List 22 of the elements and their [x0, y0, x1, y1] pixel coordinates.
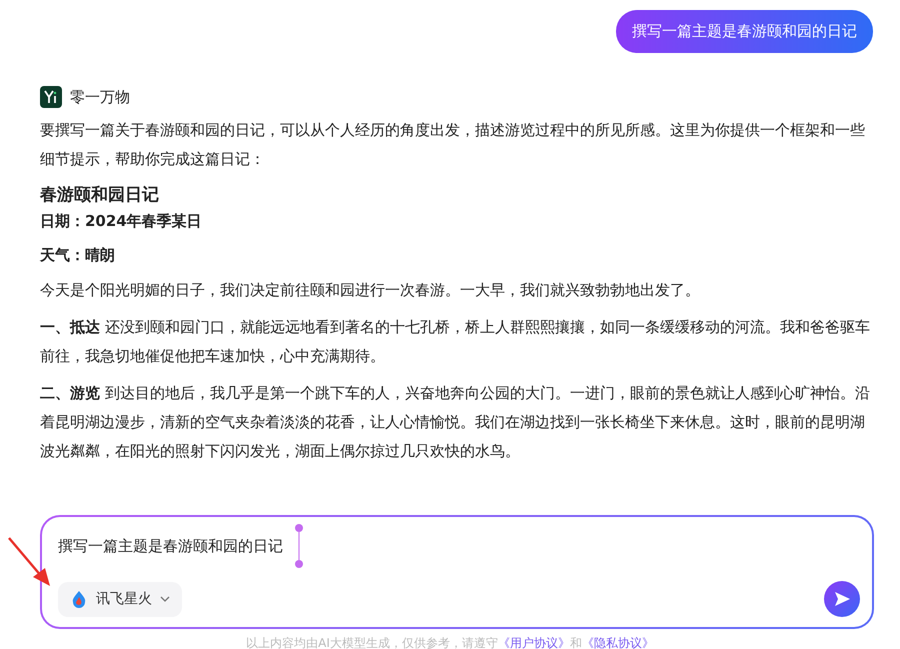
- assistant-name: 零一万物: [70, 86, 130, 108]
- agreement-link[interactable]: 《用户协议》: [498, 636, 570, 649]
- diary-paragraph: 一、抵达 还没到颐和园门口，就能远远地看到著名的十七孔桥，桥上人群熙熙攘攘，如同一条缓缓移动的河流。我和爸爸驱车前往，我急切地催促他把车速加快，心中充满期待。: [40, 317, 871, 367]
- diary-meta: 日期：2024年春季某日: [40, 211, 203, 232]
- input-field[interactable]: 撰写一篇主题是春游颐和园的日记: [58, 535, 298, 558]
- diary-paragraph: 今天是个阳光明媚的日子，我们决定前往颐和园进行一次春游。一大早，我们就兴致勃勃地出发了。: [40, 280, 701, 301]
- caret-icon: [160, 596, 170, 602]
- annotation-arrow: [6, 535, 52, 587]
- send-icon: [833, 590, 851, 608]
- diary-paragraph: 二、游览 到达目的地后，我几乎是第一个跳下车的人，兴奋地奔向公园的大门。一进门，眼前的景色就让人感到心旷神怡。沿着昆明湖边漫步，清新的空气夹杂着淡淡的花香，让人心情愉悦。我们在湖边找到一张长椅坐下来休息。这时，眼前的昆明湖波光粼粼，在阳光的照射下闪闪发光，湖面上偶尔掠过几只欢快的水鸟。: [40, 383, 871, 462]
- flame-icon: [70, 590, 88, 608]
- user-message: 撰写一篇主题是春游颐和园的日记: [616, 10, 873, 52]
- diary-title: 春游颐和园日记: [40, 184, 160, 207]
- intro-paragraph: 要撰写一篇关于春游颐和园的日记，可以从个人经历的角度出发，描述游览过程中的所见所感。这里为你提供一个框架和一些细节提示，帮助你完成这篇日记：: [40, 120, 866, 170]
- send-button[interactable]: [824, 581, 860, 617]
- model-selector[interactable]: 讯飞星火: [58, 582, 182, 616]
- diary-meta: 天气：晴朗: [40, 245, 116, 266]
- logo-icon: [40, 86, 62, 108]
- text-cursor-icon: [294, 523, 304, 570]
- agreement-link[interactable]: 《隐私协议》: [582, 636, 654, 649]
- disclaimer-text: 以上内容均由AI大模型生成，仅供参考，请遵守: [246, 636, 498, 649]
- disclaimer-text: 和: [570, 636, 582, 649]
